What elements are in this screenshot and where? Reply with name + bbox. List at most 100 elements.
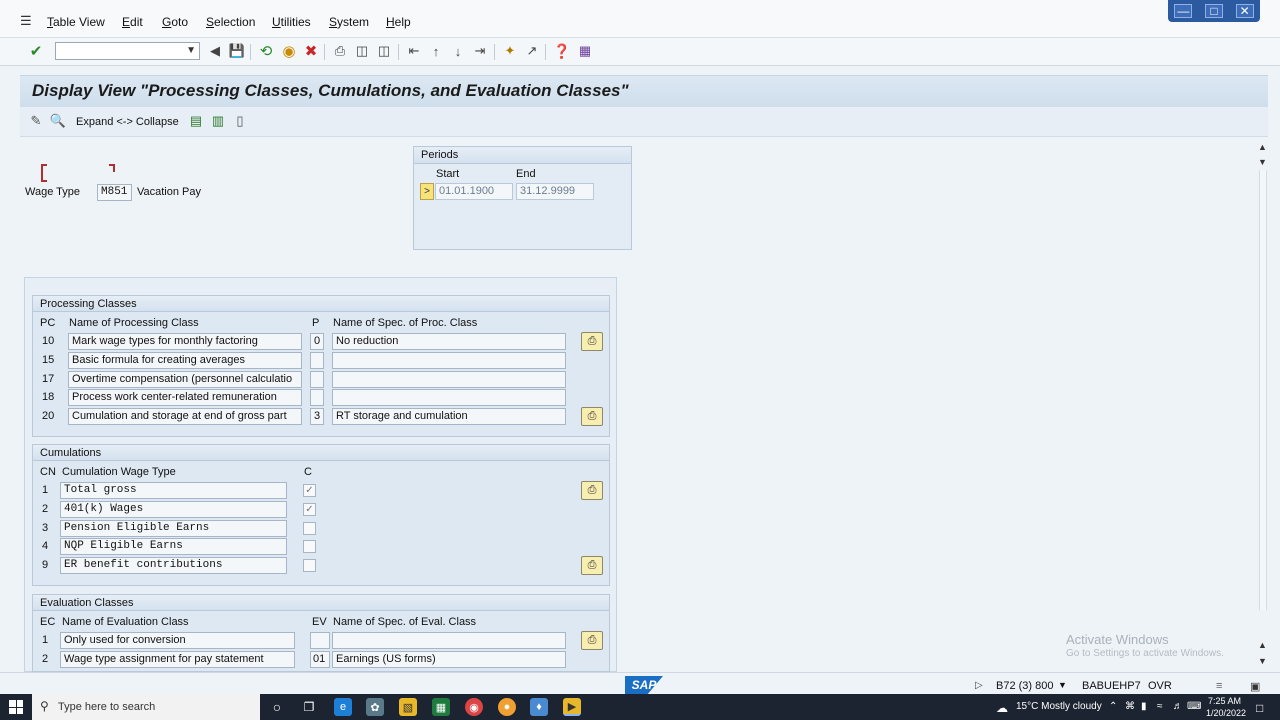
menu-goto[interactable]: Goto [162,15,188,29]
processing-spec-field[interactable]: RT storage and cumulation [332,408,566,425]
close-icon[interactable]: ✕ [1235,4,1254,18]
evaluation-ev-field[interactable]: 01 [310,651,330,668]
back-triangle-icon[interactable]: ◀ [206,42,224,60]
processing-spec-field[interactable]: No reduction [332,333,566,350]
save-icon[interactable]: 💾 [228,42,246,60]
processing-spec-field[interactable] [332,371,566,388]
back-icon[interactable]: ⟲ [257,42,275,60]
cumulation-name-field[interactable]: 401(k) Wages [60,501,287,518]
processing-spec-field[interactable] [332,389,566,406]
expand-collapse-button[interactable]: Expand <-> Collapse [76,116,179,128]
file-explorer-icon[interactable]: ▧ [399,698,417,716]
keyboard-icon[interactable]: ⌨ [1187,701,1201,712]
processing-name-field[interactable]: Basic formula for creating averages [68,352,302,369]
help-icon[interactable]: ❓ [553,42,571,60]
edge-browser-icon[interactable]: e [334,698,352,716]
clock-time[interactable]: 7:25 AM [1208,696,1241,706]
cumulation-checkbox[interactable] [303,540,316,553]
scroll-down-icon[interactable]: ▼ [1258,656,1267,666]
detail-icon[interactable]: ⎙ [581,631,603,650]
period-select-button[interactable]: > [420,183,434,200]
menu-selection[interactable]: Selection [206,15,255,29]
shortcut-icon[interactable]: ↗ [523,42,541,60]
volume-icon[interactable]: ♬ [1173,701,1183,712]
sap-logon-icon[interactable]: ▶ [563,698,581,716]
wage-type-code-field[interactable]: M851 [97,184,132,201]
detail-icon[interactable]: ⎙ [581,407,603,426]
clock-date[interactable]: 1/20/2022 [1206,708,1246,718]
network-icon[interactable]: ⌘ [1125,701,1135,712]
processing-name-field[interactable]: Cumulation and storage at end of gross p… [68,408,302,425]
cortana-icon[interactable]: ○ [268,698,286,716]
processing-name-field[interactable]: Mark wage types for monthly factoring [68,333,302,350]
exit-icon[interactable]: ◉ [280,42,298,60]
menu-help[interactable]: Help [386,15,411,29]
task-view-icon[interactable]: ❐ [300,698,318,716]
document-icon[interactable]: ▯ [231,112,249,130]
find-icon[interactable]: ◫ [353,42,371,60]
evaluation-name-field[interactable]: Wage type assignment for pay statement [60,651,295,668]
vertical-scrollbar[interactable]: ▲ ▼ ▲ ▼ [1256,138,1270,672]
processing-p-field[interactable] [310,389,324,406]
previous-page-icon[interactable]: ↑ [427,42,445,60]
cumulation-name-field[interactable]: ER benefit contributions [60,557,287,574]
status-play-icon[interactable]: ▷ [975,680,983,691]
cancel-icon[interactable]: ✖ [302,42,320,60]
taskbar-search[interactable]: ⚲ Type here to search [32,694,260,720]
windows-start-icon[interactable] [9,700,23,714]
maximize-icon[interactable]: □ [1204,4,1223,18]
evaluation-spec-field[interactable] [332,632,566,649]
wifi-icon[interactable]: ≈ [1157,701,1163,712]
menu-icon[interactable]: ☰ [20,13,36,28]
evaluation-name-field[interactable]: Only used for conversion [60,632,295,649]
command-field[interactable]: ▼ [55,42,200,60]
collapse-all-icon[interactable]: ▥ [209,112,227,130]
menu-edit[interactable]: Edit [122,15,143,29]
app-icon[interactable]: ♦ [530,698,548,716]
cumulation-checkbox[interactable] [303,522,316,535]
detail-icon[interactable]: ⎙ [581,332,603,351]
magnifier-icon[interactable]: 🔍 [49,112,67,130]
system-dropdown-icon[interactable]: ▼ [1058,680,1067,690]
processing-p-field[interactable] [310,352,324,369]
processing-p-field[interactable]: 3 [310,408,324,425]
notification-icon[interactable]: ▣ [1250,680,1260,693]
scroll-page-down-icon[interactable]: ▼ [1258,157,1267,167]
battery-icon[interactable]: ▮ [1141,701,1147,712]
weather-text[interactable]: 15°C Mostly cloudy [1016,701,1102,712]
customize-layout-icon[interactable]: ▦ [576,42,594,60]
last-page-icon[interactable]: ⇥ [471,42,489,60]
detail-icon[interactable]: ⎙ [581,481,603,500]
cumulation-name-field[interactable]: Pension Eligible Earns [60,520,287,537]
processing-p-field[interactable] [310,371,324,388]
cumulation-checkbox[interactable]: ✓ [303,503,316,516]
scroll-track[interactable] [1259,170,1267,610]
processing-p-field[interactable]: 0 [310,333,324,350]
menu-utilities[interactable]: Utilities [272,15,311,29]
chrome-icon[interactable]: ◉ [465,698,483,716]
app-icon[interactable]: ✿ [366,698,384,716]
evaluation-ev-field[interactable] [310,632,330,649]
detail-icon[interactable]: ⎙ [581,556,603,575]
display-change-icon[interactable]: ✎ [27,112,45,130]
scroll-up-icon[interactable]: ▲ [1258,142,1267,152]
excel-icon[interactable]: ▦ [432,698,450,716]
resize-grip-icon[interactable]: ≡ [1216,680,1222,692]
next-page-icon[interactable]: ↓ [449,42,467,60]
dropdown-arrow-icon[interactable]: ▼ [186,45,196,56]
action-center-icon[interactable]: □ [1256,701,1263,715]
period-start-field[interactable]: 01.01.1900 [435,183,513,200]
menu-table-view[interactable]: Table View [47,15,105,29]
cumulation-name-field[interactable]: Total gross [60,482,287,499]
expand-all-icon[interactable]: ▤ [187,112,205,130]
menu-system[interactable]: System [329,15,369,29]
scroll-page-up-icon[interactable]: ▲ [1258,640,1267,650]
processing-spec-field[interactable] [332,352,566,369]
period-end-field[interactable]: 31.12.9999 [516,183,594,200]
enter-check-icon[interactable]: ✔ [27,42,45,60]
cumulation-checkbox[interactable] [303,559,316,572]
browser-icon[interactable]: ● [498,698,516,716]
first-page-icon[interactable]: ⇤ [405,42,423,60]
evaluation-spec-field[interactable]: Earnings (US forms) [332,651,566,668]
print-icon[interactable]: ⎙ [331,42,349,60]
